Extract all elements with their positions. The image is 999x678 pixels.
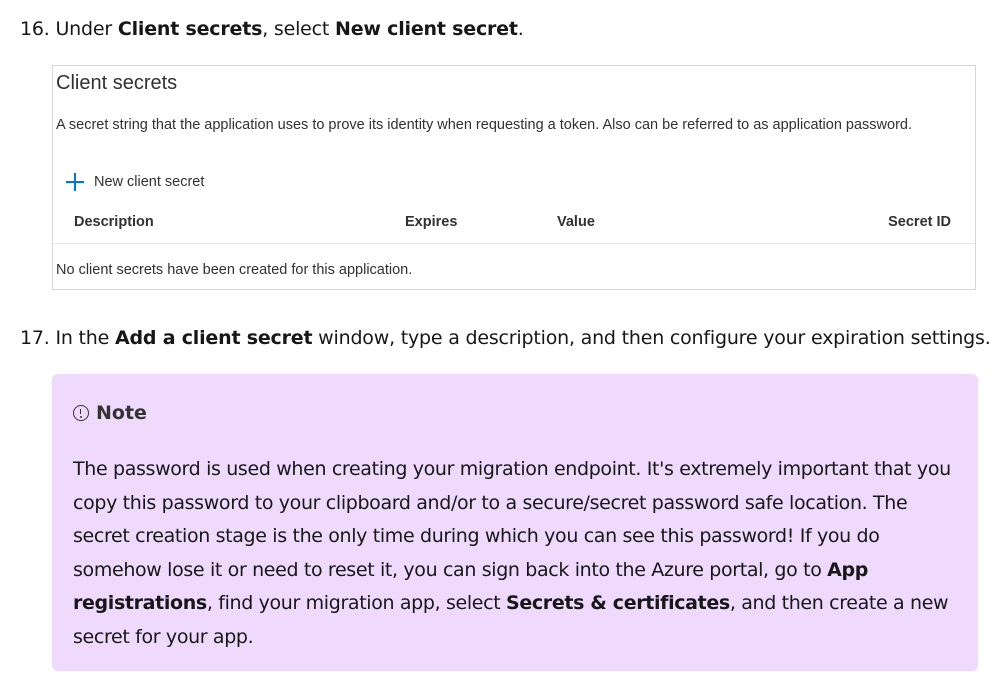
step-text: window, type a description, and then con… [312,327,991,349]
column-header-value: Value [557,214,595,230]
column-header-secret-id: Secret ID [888,214,951,230]
column-header-description: Description [74,214,154,230]
step-text: Under [55,18,118,40]
note-body: The password is used when creating your … [73,453,958,654]
new-client-secret-label: New client secret [94,174,205,190]
column-header-expires: Expires [405,214,458,230]
step-text: In the [55,327,115,349]
note-text: The password is used when creating your … [73,458,951,581]
table-divider [53,243,975,244]
ui-term-secrets-certificates: Secrets & certificates [506,592,730,614]
note-heading-label: Note [96,402,147,424]
client-secrets-screenshot: Client secrets A secret string that the … [52,65,976,290]
step-17: 17. In the Add a client secret window, t… [20,325,991,351]
info-icon [73,405,89,421]
step-text: , select [262,18,335,40]
note-heading: Note [73,402,147,424]
step-number: 17. [20,327,50,349]
note-text: , find your migration app, select [206,592,507,614]
new-client-secret-button[interactable]: New client secret [65,170,204,194]
step-number: 16. [20,18,50,40]
ui-term-add-a-client-secret: Add a client secret [114,327,313,349]
step-16: 16. Under Client secrets, select New cli… [20,16,524,42]
ui-term-client-secrets: Client secrets [117,18,263,40]
step-text: . [517,18,524,40]
empty-table-message: No client secrets have been created for … [56,262,413,278]
note-callout: Note The password is used when creating … [52,374,978,671]
panel-title: Client secrets [56,72,178,94]
panel-description: A secret string that the application use… [56,117,912,133]
ui-term-new-client-secret: New client secret [335,18,518,40]
plus-icon [65,172,85,192]
